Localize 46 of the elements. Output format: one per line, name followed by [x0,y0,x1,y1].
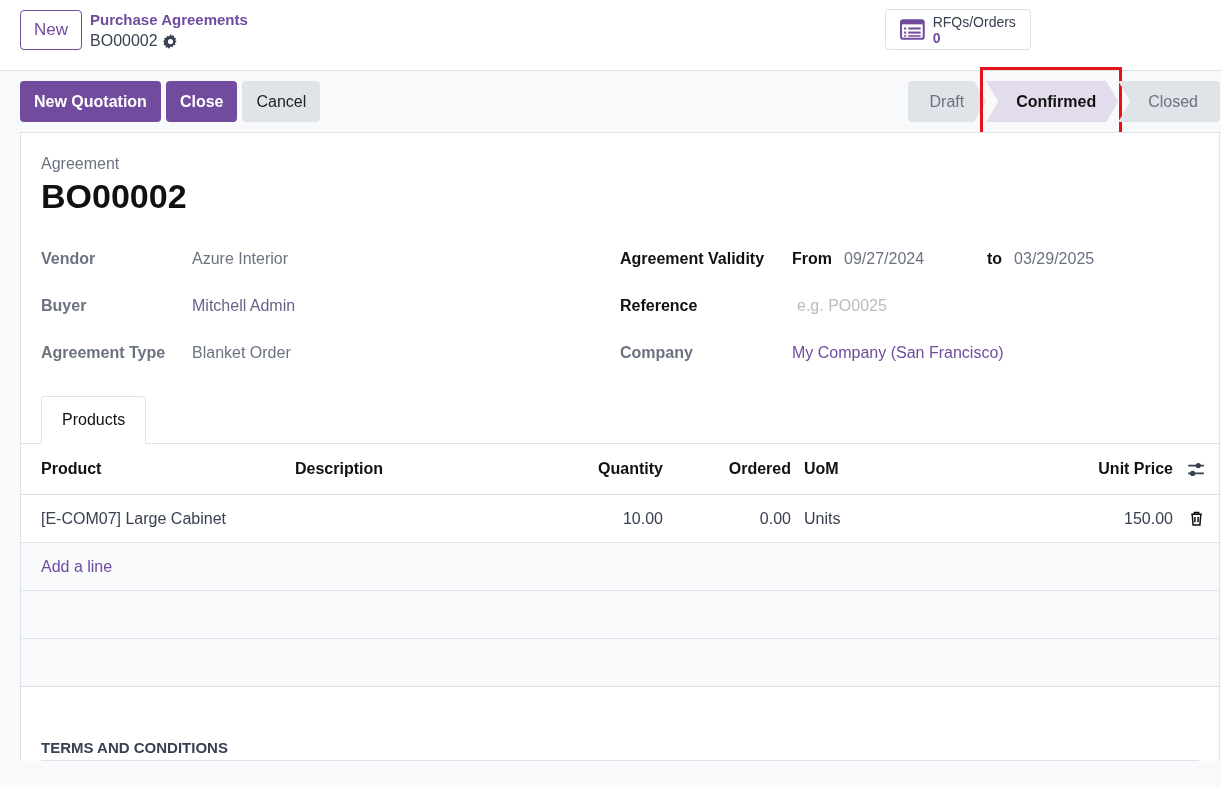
status-stage[interactable]: Draft [907,81,987,122]
action-button[interactable]: Close [165,81,238,122]
record-title: BO00002 [40,177,188,216]
smart-button[interactable]: RFQs/Orders 0 [884,9,1031,50]
add-line-link[interactable]: Add a line [41,557,113,576]
status-stage[interactable]: Confirmed [986,81,1119,122]
delete-icon[interactable] [1188,511,1204,526]
column-header[interactable]: Ordered [663,460,791,478]
title-label: Agreement [40,155,121,173]
notebook-tab[interactable]: Products [41,396,147,444]
section-heading: TERMS AND CONDITIONS [41,739,1199,761]
new-button[interactable]: New [20,10,82,50]
field-label: Company [620,343,694,362]
field-label: Buyer [41,296,88,315]
table-cell-text: 10.00 [621,509,663,528]
field-label: Reference [620,296,699,315]
table-cell-text: 0.00 [758,509,791,528]
settings-icon[interactable] [162,33,178,49]
table-cell-text: 150.00 [1123,509,1173,528]
status-stage[interactable]: Closed [1118,81,1220,122]
field-value[interactable]: Azure Interior [192,249,289,268]
action-button[interactable]: New Quotation [20,81,161,122]
list-icon [899,19,925,40]
column-header[interactable]: Product [41,460,295,478]
to-label: to [987,249,1003,268]
column-header[interactable]: Unit Price [900,460,1173,478]
breadcrumb-link[interactable]: Purchase Agreements [90,10,248,30]
record-name: BO00002 [90,31,158,51]
field-value-link[interactable]: Mitchell Admin [192,296,296,315]
from-label: From [792,249,832,268]
field-label: Vendor [41,249,97,268]
date-field[interactable]: 03/29/2025 [1014,249,1095,268]
action-button[interactable]: Cancel [242,81,321,122]
column-options-icon[interactable] [1187,460,1205,478]
column-header[interactable]: UoM [791,460,900,478]
smart-button-label: RFQs/Orders [932,13,1016,30]
field-value[interactable]: Blanket Order [192,343,291,362]
column-header[interactable]: Description [295,460,495,478]
column-header[interactable]: Quantity [495,460,663,478]
field-value-link[interactable]: My Company (San Francisco) [792,343,1004,362]
date-field[interactable]: 09/27/2024 [844,249,987,268]
table-cell-text: [E-COM07] Large Cabinet [41,509,227,528]
field-label: Agreement Type [41,343,167,362]
table-cell-text: Units [803,509,842,528]
field-label: Agreement Validity [620,249,766,268]
smart-button-count: 0 [932,29,941,46]
